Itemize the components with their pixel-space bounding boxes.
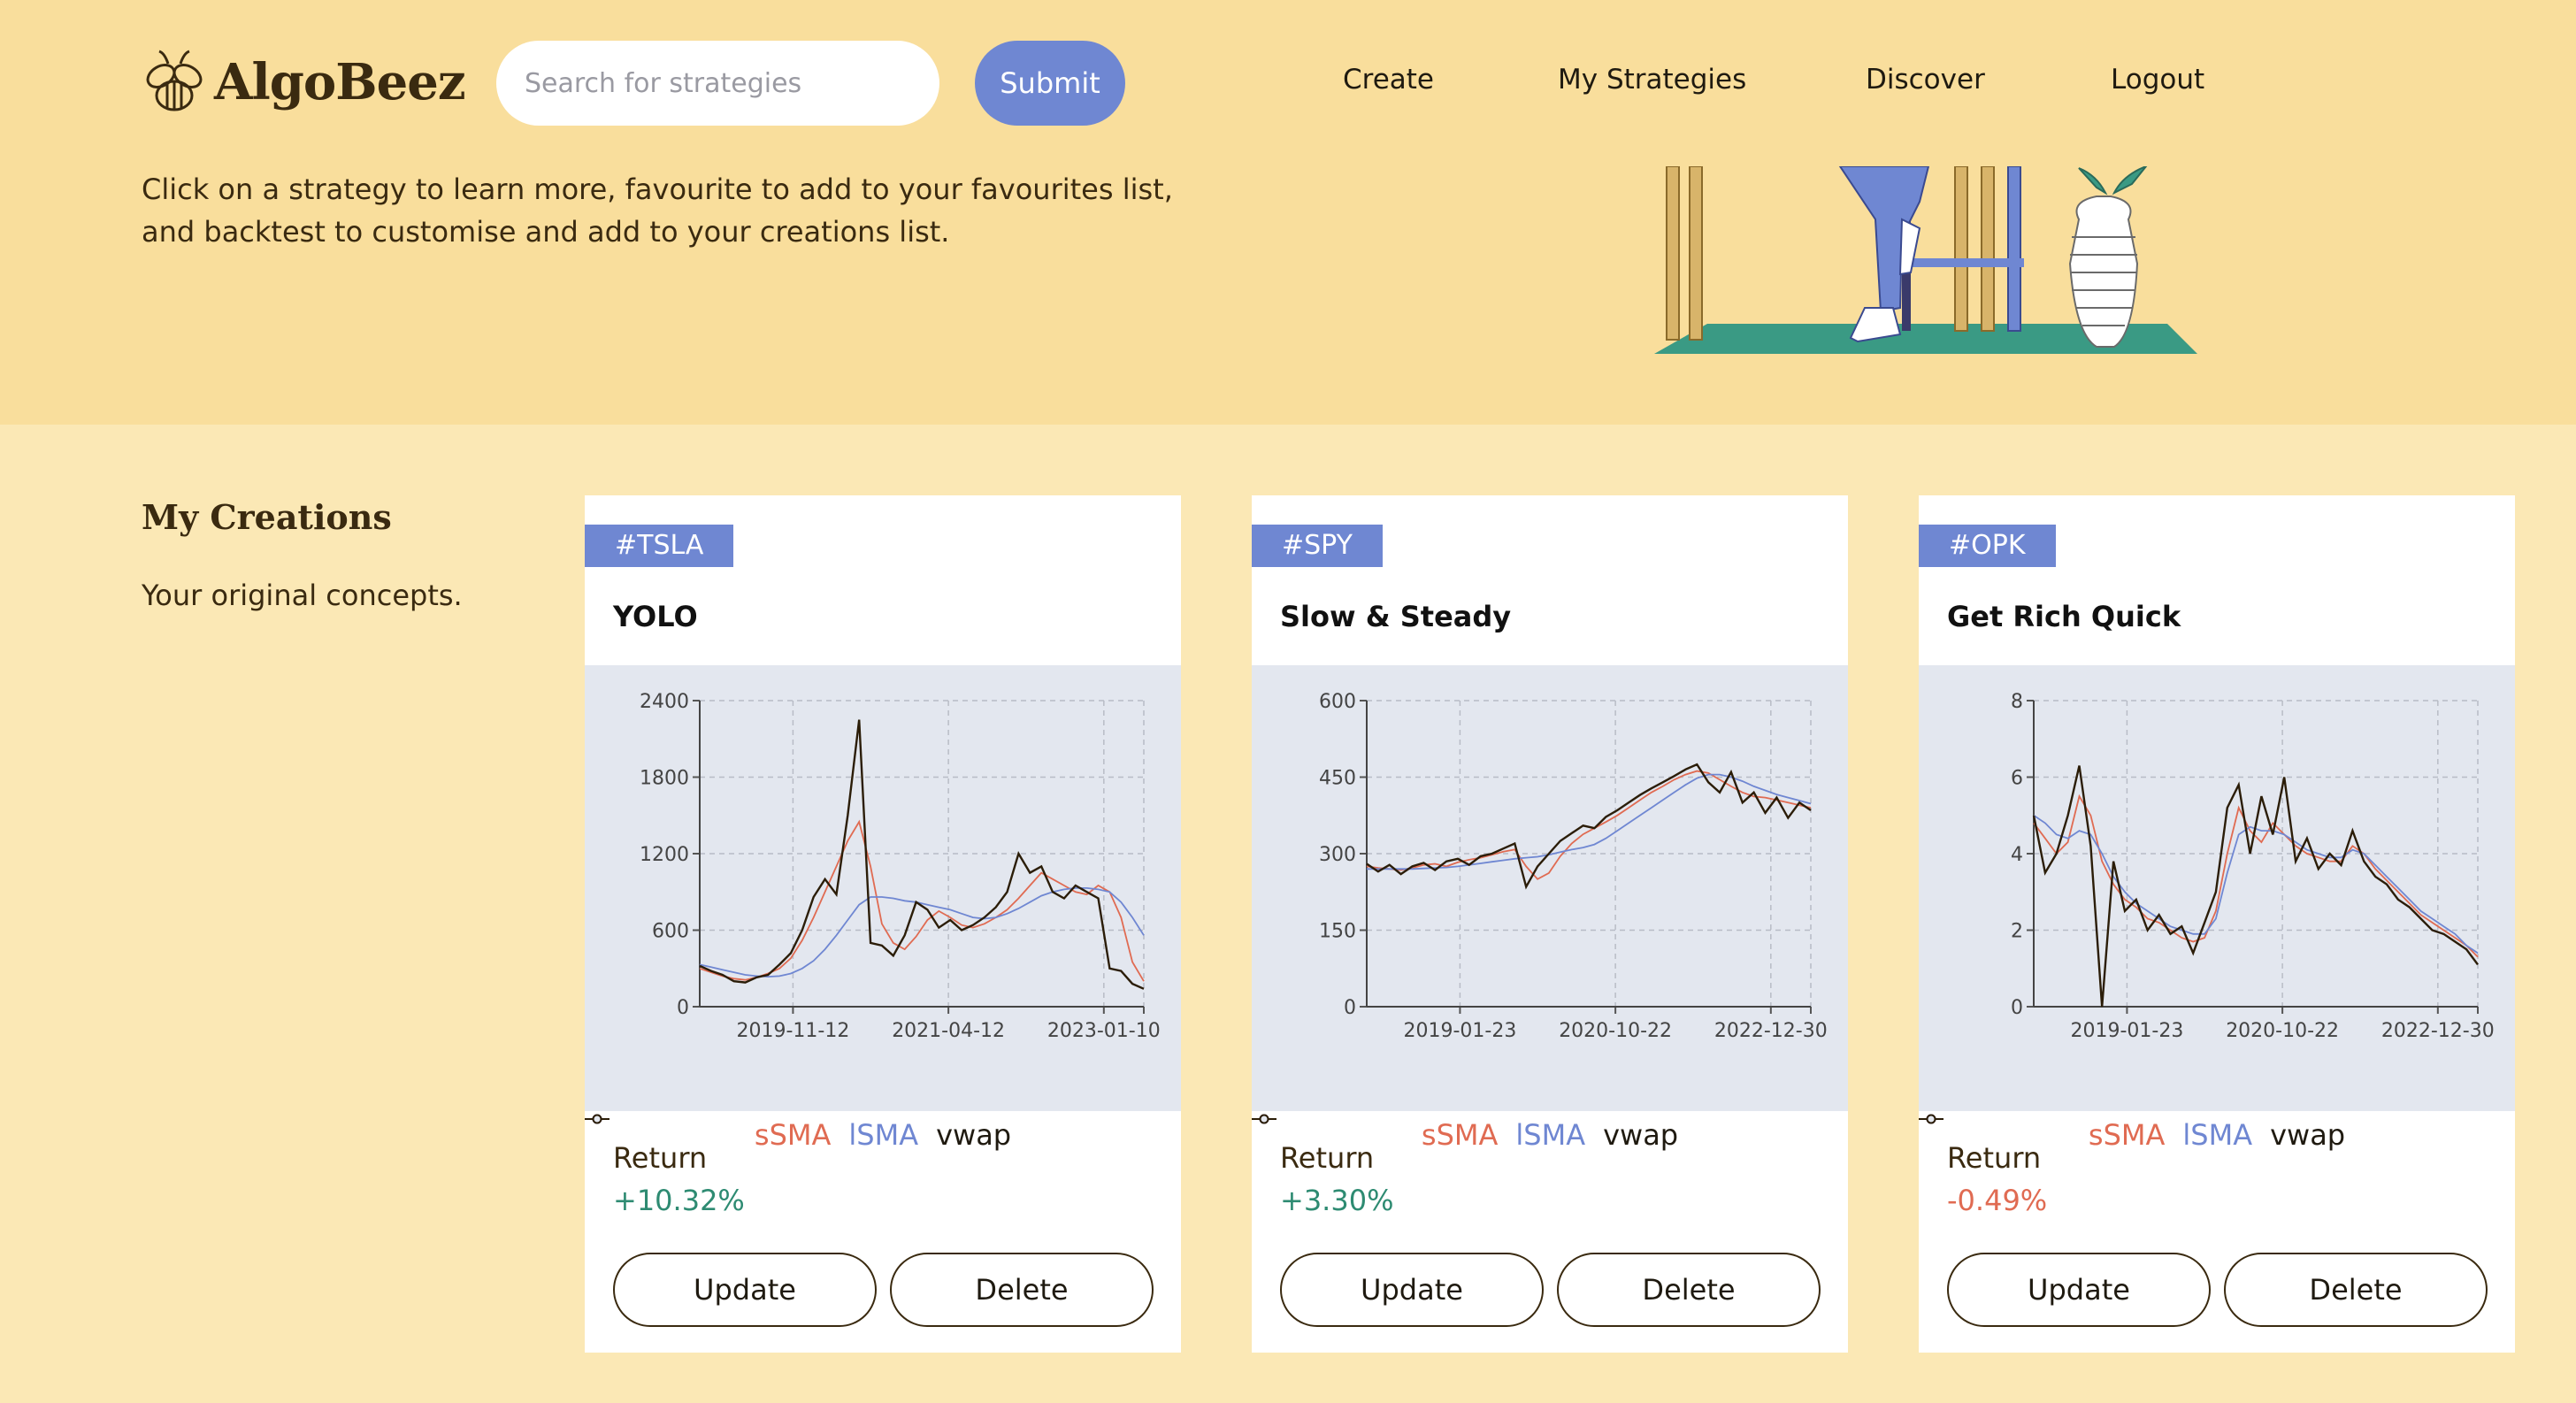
legend-item-lSMA[interactable]: lSMA (1252, 1114, 1586, 1152)
legend-item-vwap[interactable]: vwap (585, 1114, 1012, 1152)
update-button[interactable]: Update (1947, 1253, 2211, 1327)
legend-item-sSMA[interactable]: sSMA (1919, 1114, 2166, 1152)
series-line-lSMA (699, 886, 1145, 978)
strategy-card[interactable]: #SPY Slow & Steady 0 150 300 450 600 2019-01-… (1252, 495, 1848, 1353)
delete-button[interactable]: Delete (2224, 1253, 2488, 1327)
return-label: Return (613, 1141, 708, 1175)
strategy-card[interactable]: #TSLA YOLO 0 600 1200 1800 2400 2019-11-12 202… (585, 495, 1181, 1353)
strategy-title: YOLO (613, 600, 698, 633)
update-button[interactable]: Update (613, 1253, 877, 1327)
legend-label: sSMA (1421, 1118, 1499, 1152)
legend-marker (585, 1114, 610, 1124)
legend-item-sSMA[interactable]: sSMA (585, 1114, 832, 1152)
y-tick-label: 150 (1319, 921, 1356, 943)
y-tick-label: 0 (677, 997, 689, 1019)
logo[interactable]: AlgoBeez (142, 46, 466, 119)
delete-button[interactable]: Delete (890, 1253, 1154, 1327)
legend-label: vwap (936, 1118, 1012, 1152)
legend-label: sSMA (2088, 1118, 2166, 1152)
intro-text: Click on a strategy to learn more, favou… (142, 172, 1173, 249)
chart: 0 600 1200 1800 2400 2019-11-12 2021-04-12 2023… (585, 665, 1181, 1152)
series-line-sSMA (699, 819, 1145, 982)
legend-label: sSMA (754, 1118, 832, 1152)
y-tick-label: 600 (652, 921, 689, 943)
return-value: +10.32% (613, 1184, 745, 1217)
legend-label: lSMA (1515, 1118, 1586, 1152)
y-tick-label: 0 (1344, 997, 1356, 1019)
ticker-tag: #SPY (1252, 525, 1383, 567)
strategy-card[interactable]: #OPK Get Rich Quick 0 2 4 6 8 2019-01-23 2020-… (1919, 495, 2515, 1353)
chart-svg: 0 2 4 6 8 2019-01-23 2020-10-22 2022-12-30 (2011, 691, 2495, 1042)
legend-item-lSMA[interactable]: lSMA (585, 1114, 919, 1152)
legend-label: lSMA (2182, 1118, 2253, 1152)
series-line-lSMA (1367, 773, 1812, 870)
legend-label: lSMA (848, 1118, 919, 1152)
y-tick-label: 1800 (640, 768, 689, 790)
nav-discover[interactable]: Discover (1866, 64, 1985, 96)
y-tick-label: 2 (2011, 921, 2023, 943)
nav-logout[interactable]: Logout (2111, 64, 2204, 96)
header-banner: AlgoBeez Submit Create My Strategies Dis… (0, 0, 2576, 425)
legend-marker (1252, 1114, 1276, 1124)
x-tick-label: 2023-01-10 (1047, 1020, 1161, 1042)
nav-my-strategies[interactable]: My Strategies (1558, 64, 1746, 96)
strategy-title: Slow & Steady (1280, 600, 1512, 633)
chart-svg: 0 600 1200 1800 2400 2019-11-12 2021-04-12 2023… (640, 691, 1161, 1042)
y-tick-label: 1200 (640, 844, 689, 866)
return-label: Return (1947, 1141, 2042, 1175)
legend-label: vwap (2270, 1118, 2346, 1152)
x-tick-label: 2021-04-12 (892, 1020, 1005, 1042)
strategy-title: Get Rich Quick (1947, 600, 2181, 633)
legend-item-vwap[interactable]: vwap (1919, 1114, 2346, 1152)
series-line-sSMA (1366, 770, 1812, 880)
legend-item-lSMA[interactable]: lSMA (1919, 1114, 2253, 1152)
submit-button[interactable]: Submit (975, 41, 1125, 126)
delete-button[interactable]: Delete (1557, 1253, 1821, 1327)
ticker-tag: #TSLA (585, 525, 734, 567)
x-tick-label: 2020-10-22 (2226, 1020, 2339, 1042)
x-tick-label: 2020-10-22 (1559, 1020, 1672, 1042)
x-tick-label: 2019-01-23 (2070, 1020, 2183, 1042)
section-title: My Creations (142, 497, 392, 537)
x-tick-label: 2019-11-12 (736, 1020, 849, 1042)
legend-item-sSMA[interactable]: sSMA (1252, 1114, 1499, 1152)
logo-text: AlgoBeez (214, 53, 466, 111)
illustration (1654, 166, 2197, 354)
legend-marker (1919, 1114, 1944, 1124)
legend-item-vwap[interactable]: vwap (1252, 1114, 1679, 1152)
y-tick-label: 8 (2011, 691, 2023, 713)
y-tick-label: 0 (2011, 997, 2023, 1019)
series-line-vwap (699, 719, 1145, 990)
return-value: +3.30% (1280, 1184, 1394, 1217)
nav-create[interactable]: Create (1343, 64, 1434, 96)
x-tick-label: 2022-12-30 (2381, 1020, 2495, 1042)
y-tick-label: 300 (1319, 844, 1356, 866)
y-tick-label: 450 (1319, 768, 1356, 790)
y-tick-label: 4 (2011, 844, 2023, 866)
return-value: -0.49% (1947, 1184, 2048, 1217)
y-tick-label: 600 (1319, 691, 1356, 713)
y-tick-label: 2400 (640, 691, 689, 713)
return-label: Return (1280, 1141, 1375, 1175)
series-line-vwap (2032, 765, 2479, 1008)
search-input[interactable] (496, 41, 939, 126)
legend-label: vwap (1603, 1118, 1679, 1152)
ticker-tag: #OPK (1919, 525, 2056, 567)
bee-icon (146, 50, 203, 111)
x-tick-label: 2022-12-30 (1714, 1020, 1828, 1042)
chart-svg: 0 150 300 450 600 2019-01-23 2020-10-22 2022-12… (1319, 691, 1828, 1042)
y-tick-label: 6 (2011, 768, 2023, 790)
chart: 0 150 300 450 600 2019-01-23 2020-10-22 2022-12… (1252, 665, 1848, 1152)
section-subtitle: Your original concepts. (142, 579, 463, 612)
chart: 0 2 4 6 8 2019-01-23 2020-10-22 2022-12-30 sSMA… (1919, 665, 2515, 1152)
update-button[interactable]: Update (1280, 1253, 1544, 1327)
x-tick-label: 2019-01-23 (1403, 1020, 1516, 1042)
